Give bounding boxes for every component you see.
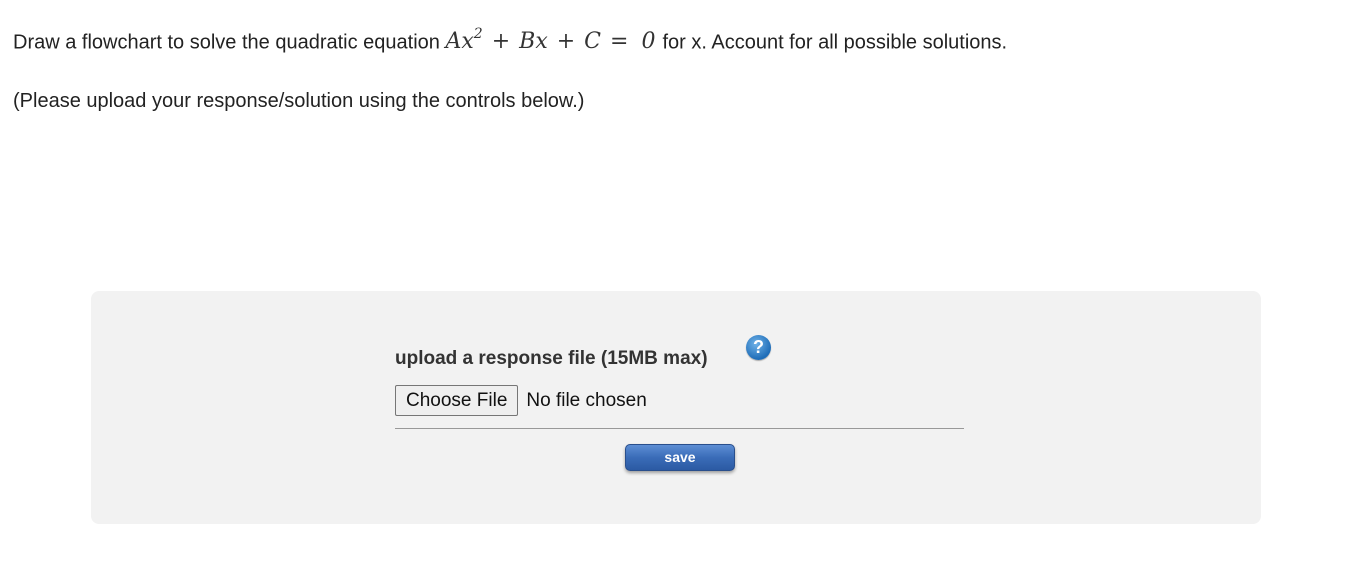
file-input[interactable]: Choose File No file chosen — [395, 385, 647, 416]
choose-file-button[interactable]: Choose File — [395, 385, 519, 416]
eq-constant-c: C — [584, 29, 602, 55]
divider — [395, 428, 964, 429]
eq-equals: = — [610, 29, 629, 55]
quadratic-equation: Ax2 + Bx + C = 0 — [445, 26, 662, 55]
eq-coefficient-a: A — [445, 29, 462, 55]
eq-coefficient-b: B — [519, 29, 536, 55]
eq-variable-x: x — [535, 29, 548, 55]
eq-plus: + — [556, 29, 576, 55]
eq-variable-x: x — [461, 29, 474, 55]
file-status: No file chosen — [526, 389, 647, 411]
eq-plus: + — [491, 29, 511, 55]
eq-exponent: 2 — [473, 26, 483, 42]
eq-zero: 0 — [641, 29, 656, 55]
help-icon[interactable]: ? — [746, 335, 771, 360]
upload-panel: upload a response file (15MB max) ? Choo… — [91, 291, 1261, 524]
upload-label: upload a response file (15MB max) — [395, 348, 708, 369]
upload-instruction: (Please upload your response/solution us… — [13, 90, 585, 112]
question-prefix: Draw a flowchart to solve the quadratic … — [13, 31, 440, 54]
question-suffix: for x. Account for all possible solution… — [662, 31, 1008, 54]
save-button[interactable]: save — [625, 444, 735, 471]
question-text: Draw a flowchart to solve the quadratic … — [13, 22, 1007, 56]
